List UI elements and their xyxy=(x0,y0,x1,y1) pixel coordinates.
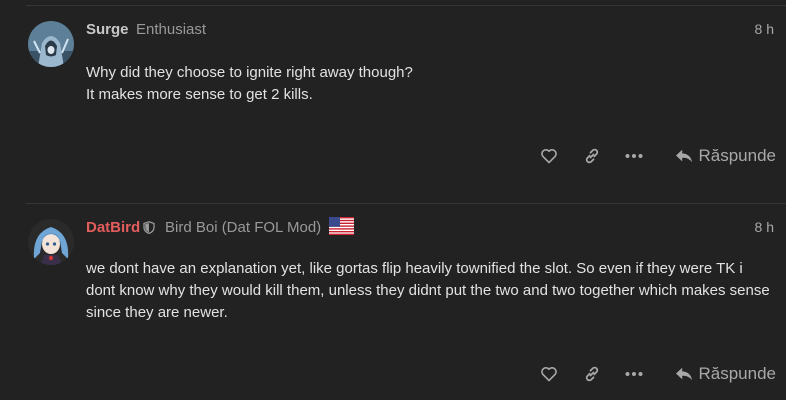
top-separator xyxy=(26,5,786,6)
avatar[interactable] xyxy=(28,219,74,265)
shield-icon xyxy=(143,221,155,234)
post-actions: Răspunde xyxy=(530,138,776,174)
post-body: we dont have an explanation yet, like go… xyxy=(86,258,776,324)
avatar[interactable] xyxy=(28,21,74,67)
copy-link-button[interactable] xyxy=(575,356,609,392)
ellipsis-icon xyxy=(625,372,643,376)
reply-label: Răspunde xyxy=(698,364,776,383)
reply-icon xyxy=(676,367,693,381)
post-line: dont know why they would kill them, unle… xyxy=(86,282,770,299)
like-button[interactable] xyxy=(532,356,566,392)
blue-haired-character-avatar-icon xyxy=(28,219,74,265)
post-body: Why did they choose to ignite right away… xyxy=(86,62,776,106)
ellipsis-icon xyxy=(625,154,643,158)
us-flag-icon xyxy=(329,217,354,235)
reply-icon xyxy=(676,149,693,163)
reply-label: Răspunde xyxy=(698,146,776,165)
post-line: Why did they choose to ignite right away… xyxy=(86,64,413,81)
link-icon xyxy=(585,148,599,164)
post-line: we dont have an explanation yet, like go… xyxy=(86,260,743,277)
reply-button[interactable]: Răspunde xyxy=(675,138,776,174)
heart-icon xyxy=(541,367,557,382)
user-title: Enthusiast xyxy=(136,21,207,38)
post-separator xyxy=(26,203,786,204)
post-line: It makes more sense to get 2 kills. xyxy=(86,86,313,103)
user-title: Bird Boi (Dat FOL Mod) xyxy=(165,219,322,236)
more-button[interactable] xyxy=(617,356,651,392)
username[interactable]: DatBird xyxy=(86,219,140,236)
heart-icon xyxy=(541,149,557,164)
username[interactable]: Surge xyxy=(86,21,129,38)
post-line: since they are newer. xyxy=(86,304,228,321)
post-time[interactable]: 8 h xyxy=(755,219,774,235)
hooded-figure-avatar-icon xyxy=(28,21,74,67)
post-actions: Răspunde xyxy=(530,356,776,392)
copy-link-button[interactable] xyxy=(575,138,609,174)
more-button[interactable] xyxy=(617,138,651,174)
post-time[interactable]: 8 h xyxy=(755,21,774,37)
link-icon xyxy=(585,366,599,382)
reply-button[interactable]: Răspunde xyxy=(675,356,776,392)
like-button[interactable] xyxy=(532,138,566,174)
